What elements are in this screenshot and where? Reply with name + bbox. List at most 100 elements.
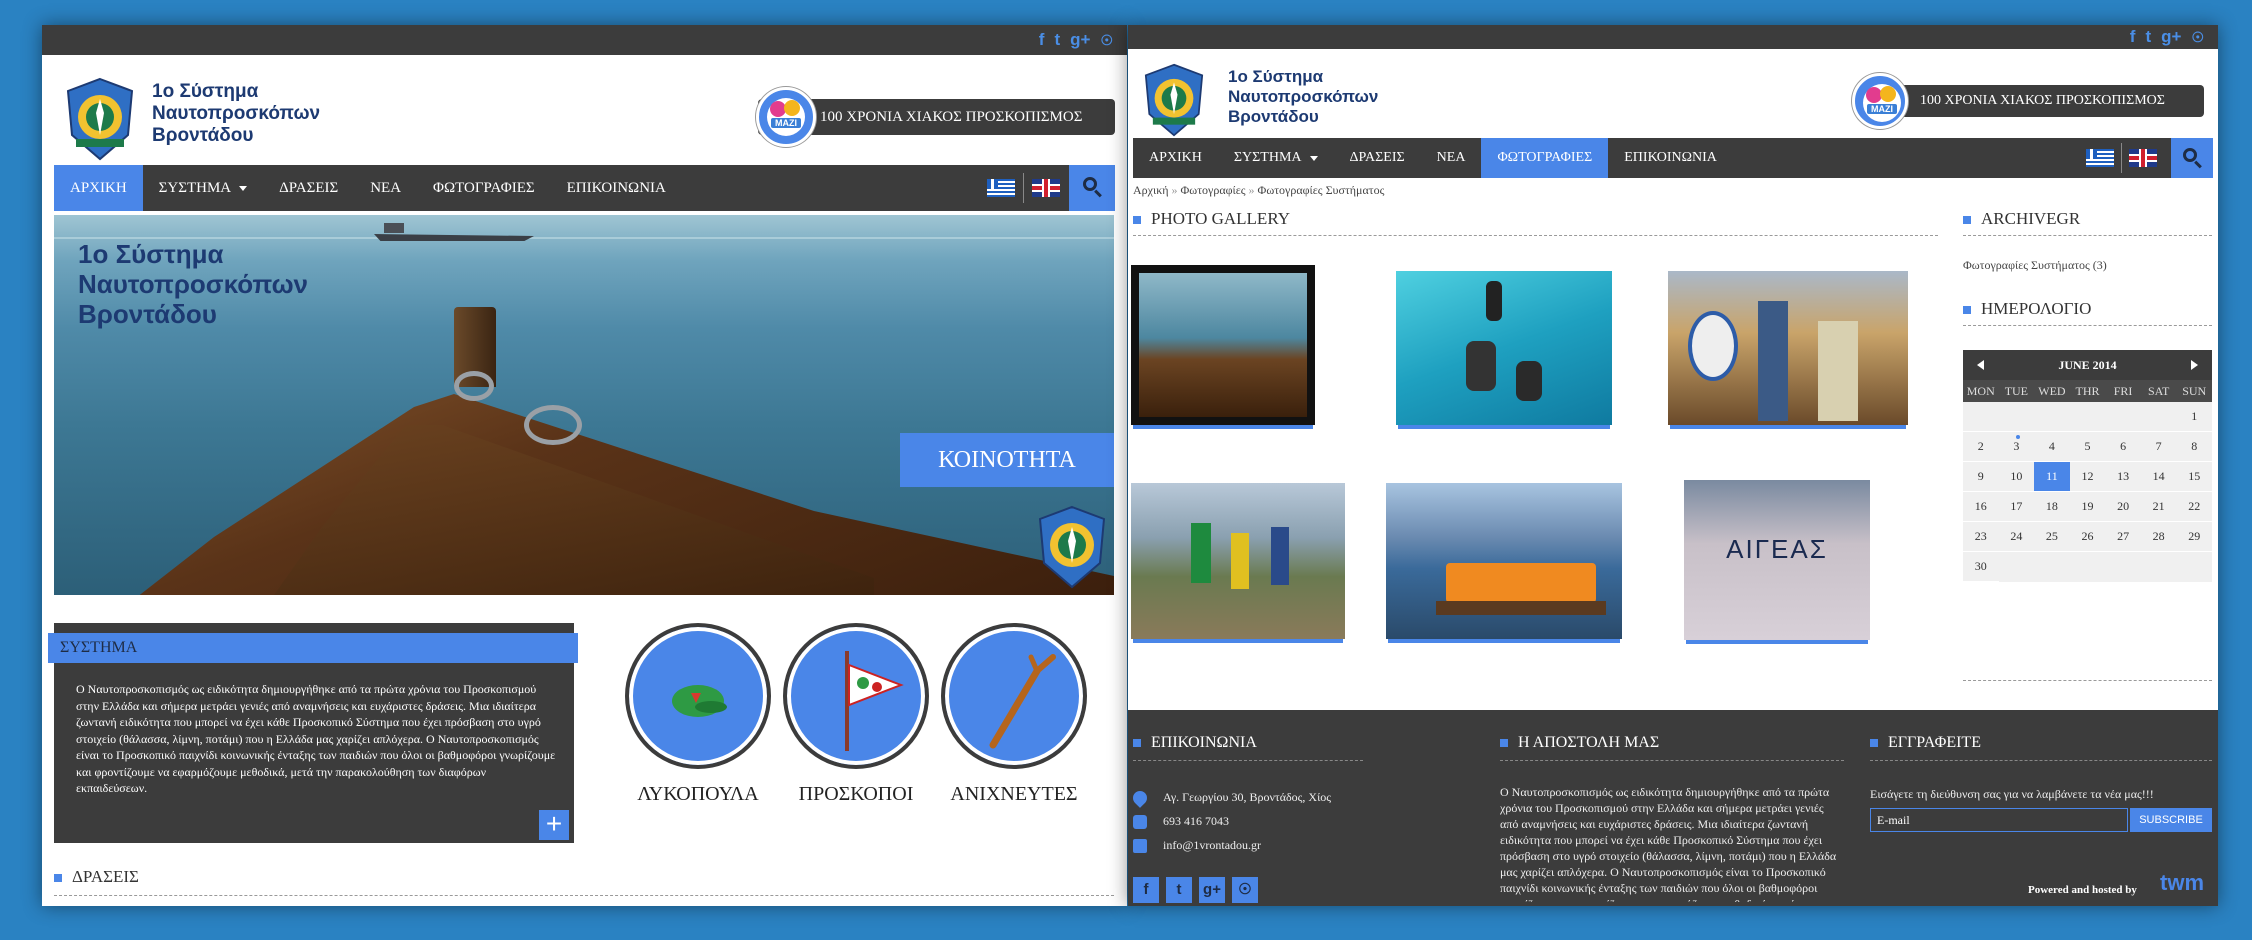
contact-email[interactable]: info@1vrontadou.gr <box>1133 838 1261 853</box>
calendar-day[interactable]: 15 <box>2176 462 2212 492</box>
calendar-day[interactable]: 22 <box>2176 492 2212 522</box>
greek-flag-icon[interactable] <box>2086 149 2114 167</box>
gallery-photo-boat[interactable] <box>1131 265 1315 425</box>
calendar-day[interactable]: 26 <box>2069 522 2106 552</box>
scout-logo[interactable] <box>64 77 136 161</box>
calendar-day[interactable]: 16 <box>1963 492 1999 522</box>
gallery-photo-hike[interactable] <box>1131 483 1345 639</box>
calendar-day[interactable]: 21 <box>2140 492 2177 522</box>
calendar-day[interactable]: 6 <box>2105 432 2141 462</box>
nav-item-actions[interactable]: ΔΡΑΣΕΙΣ <box>1334 138 1421 178</box>
calendar-day[interactable]: 24 <box>1998 522 2035 552</box>
calendar-day[interactable]: 30 <box>1963 552 1999 582</box>
footer-rss-icon[interactable]: ☉ <box>1232 877 1258 903</box>
gallery-photo-parade[interactable] <box>1668 271 1908 425</box>
calendar-day[interactable]: 27 <box>2105 522 2141 552</box>
nav-item-contact[interactable]: ΕΠΙΚΟΙΝΩΝΙΑ <box>551 165 682 211</box>
footer-google-plus-icon[interactable]: g+ <box>1199 877 1225 903</box>
rss-icon[interactable]: ☉ <box>2191 27 2204 47</box>
calendar-day[interactable]: 13 <box>2105 462 2141 492</box>
calendar-day[interactable]: 28 <box>2140 522 2177 552</box>
breadcrumb-photos[interactable]: Φωτογραφίες <box>1181 183 1246 197</box>
subscribe-button[interactable]: SUBSCRIBE <box>2130 808 2212 832</box>
twitter-icon[interactable]: t <box>1054 30 1060 50</box>
facebook-icon[interactable]: f <box>1039 30 1045 50</box>
bullet-square-icon <box>1133 739 1141 747</box>
gallery-photo-aigeas[interactable]: ΑΙΓΕΑΣ <box>1684 480 1870 640</box>
nav-item-system[interactable]: ΣΥΣΤΗΜΑ <box>1218 138 1334 178</box>
scouts-circle[interactable] <box>783 623 929 769</box>
calendar-day[interactable]: 18 <box>2034 492 2070 522</box>
scouts-label[interactable]: ΠΡΟΣΚΟΠΟΙ <box>771 783 941 806</box>
uk-flag-icon[interactable] <box>1032 179 1060 197</box>
prev-month-arrow-icon[interactable] <box>1977 360 1984 370</box>
calendar-day[interactable]: 5 <box>2069 432 2106 462</box>
calendar-day[interactable]: 1 <box>2176 402 2212 432</box>
nav-item-home[interactable]: ΑΡΧΙΚΗ <box>54 165 143 211</box>
rangers-label[interactable]: ΑΝΙΧΝΕΥΤΕΣ <box>929 783 1099 806</box>
calendar-day[interactable]: 20 <box>2105 492 2141 522</box>
calendar-day[interactable]: 29 <box>2176 522 2212 552</box>
calendar-weekdays: MON TUE WED THR FRI SAT SUN <box>1963 380 2212 402</box>
calendar-day[interactable]: 19 <box>2069 492 2106 522</box>
gallery-title: PHOTO GALLERY <box>1133 209 1290 229</box>
breadcrumb: Αρχική » Φωτογραφίες » Φωτογραφίες Συστή… <box>1133 183 1385 197</box>
search-button[interactable] <box>2171 138 2213 178</box>
greek-flag-icon[interactable] <box>987 179 1015 197</box>
calendar-day[interactable]: 14 <box>2140 462 2177 492</box>
cubs-label[interactable]: ΛΥΚΟΠΟΥΛΑ <box>613 783 783 806</box>
calendar-day[interactable]: 17 <box>1998 492 2035 522</box>
archive-link[interactable]: Φωτογραφίες Συστήματος (3) <box>1963 258 2107 273</box>
calendar-day[interactable]: 8 <box>2176 432 2212 462</box>
cubs-circle[interactable] <box>625 623 771 769</box>
read-more-plus-button[interactable]: + <box>539 810 569 840</box>
mazi-badge[interactable]: ΜΑΖΙ <box>1852 73 1908 129</box>
bullet-square-icon <box>1133 216 1141 224</box>
nav-item-system[interactable]: ΣΥΣΤΗΜΑ <box>143 165 263 211</box>
gallery-photo-divers[interactable] <box>1396 271 1612 425</box>
footer-twitter-icon[interactable]: t <box>1166 877 1192 903</box>
breadcrumb-home[interactable]: Αρχική <box>1133 183 1169 197</box>
calendar-day[interactable]: 2 <box>1963 432 1999 462</box>
bullet-square-icon <box>1963 306 1971 314</box>
calendar-day[interactable]: 9 <box>1963 462 1999 492</box>
calendar-day[interactable]: 23 <box>1963 522 1999 552</box>
nav-item-home[interactable]: ΑΡΧΙΚΗ <box>1133 138 1218 178</box>
nav-item-actions[interactable]: ΔΡΑΣΕΙΣ <box>263 165 354 211</box>
hero-slider[interactable]: 1ο Σύστημα Ναυτοπροσκόπων Βροντάδου ΚΟΙΝ… <box>54 215 1114 595</box>
twitter-icon[interactable]: t <box>2145 27 2151 47</box>
calendar-day[interactable]: 11 <box>2034 462 2070 492</box>
calendar-day[interactable]: 3 <box>1998 432 2035 462</box>
gallery-photo-rowing[interactable] <box>1386 483 1622 639</box>
nav-item-news[interactable]: ΝΕΑ <box>354 165 417 211</box>
calendar-day[interactable]: 25 <box>2034 522 2070 552</box>
hero-caption[interactable]: ΚΟΙΝΟΤΗΤΑ <box>900 433 1114 487</box>
calendar-day[interactable]: 7 <box>2140 432 2177 462</box>
weekday-label: SAT <box>2147 384 2170 398</box>
calendar-day[interactable]: 4 <box>2034 432 2070 462</box>
rss-icon[interactable]: ☉ <box>1100 30 1113 50</box>
subscribe-description: Εισάγετε τη διεύθυνση σας για να λαμβάνε… <box>1870 787 2154 801</box>
nav-item-photos[interactable]: ΦΩΤΟΓΡΑΦΙΕΣ <box>417 165 551 211</box>
uk-flag-icon[interactable] <box>2129 149 2157 167</box>
search-button[interactable] <box>1069 165 1115 211</box>
google-plus-icon[interactable]: g+ <box>1070 30 1090 50</box>
nav-item-contact[interactable]: ΕΠΙΚΟΙΝΩΝΙΑ <box>1608 138 1733 178</box>
nav-item-photos[interactable]: ΦΩΤΟΓΡΑΦΙΕΣ <box>1481 138 1609 178</box>
powered-by-text: Powered and hosted by <box>2028 884 2137 896</box>
next-month-arrow-icon[interactable] <box>2191 360 2198 370</box>
site-name: 1ο Σύστημα Ναυτοπροσκόπων Βροντάδου <box>152 81 321 146</box>
host-logo[interactable]: twm <box>2160 870 2204 896</box>
calendar-day[interactable]: 10 <box>1998 462 2035 492</box>
scout-logo[interactable] <box>1142 63 1206 137</box>
google-plus-icon[interactable]: g+ <box>2161 27 2181 47</box>
rangers-circle[interactable] <box>941 623 1087 769</box>
calendar-day[interactable]: 12 <box>2069 462 2106 492</box>
facebook-icon[interactable]: f <box>2130 27 2136 47</box>
weekday-label: MON <box>1966 384 1995 398</box>
email-input[interactable]: E-mail <box>1870 808 2128 832</box>
nav-item-news[interactable]: ΝΕΑ <box>1421 138 1482 178</box>
mazi-badge[interactable]: ΜΑΖΙ <box>756 87 816 147</box>
footer-facebook-icon[interactable]: f <box>1133 877 1159 903</box>
centenary-banner[interactable]: 100 ΧΡΟΝΙΑ ΧΙΑΚΟΣ ΠΡΟΣΚΟΠΙΣΜΟΣ <box>1864 85 2204 117</box>
